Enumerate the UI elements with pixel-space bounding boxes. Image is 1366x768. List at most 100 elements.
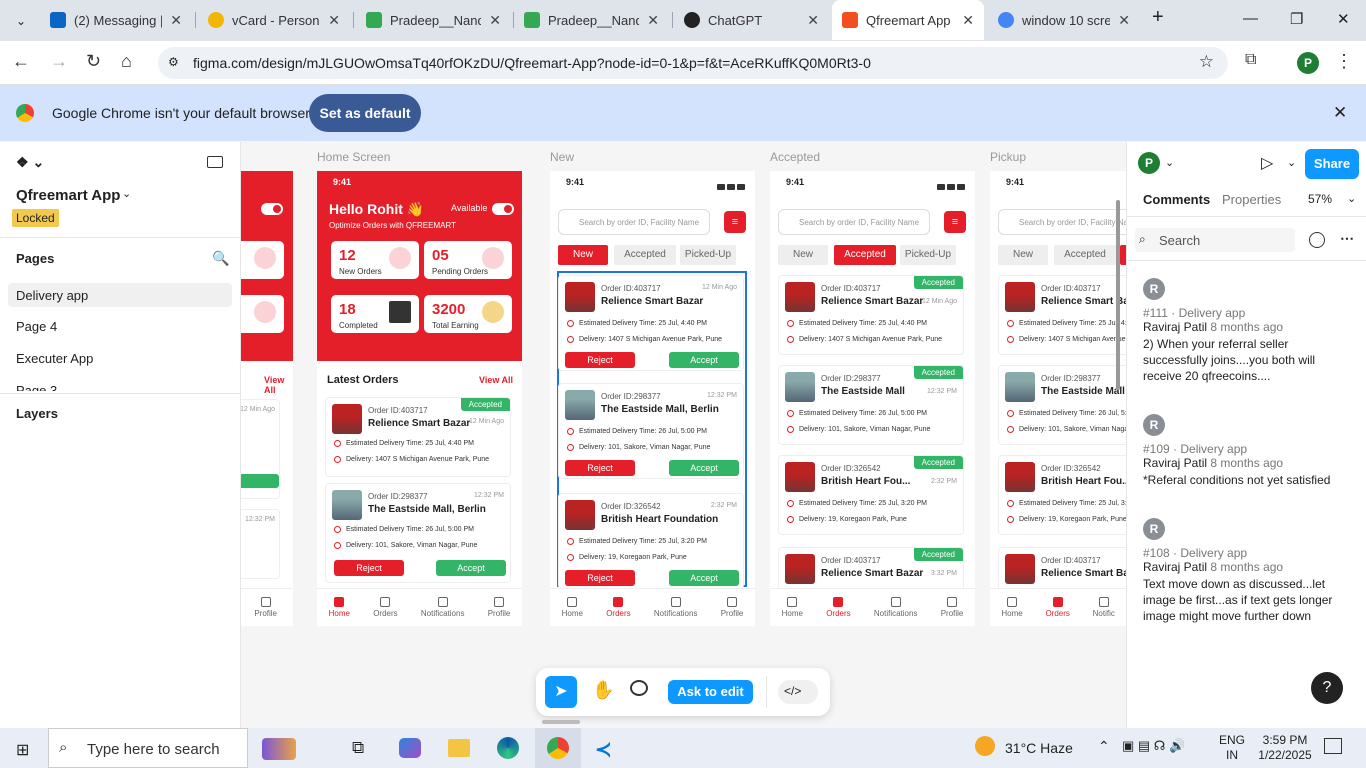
hand-tool-icon[interactable]: ✋ — [592, 680, 614, 701]
tab-comments[interactable]: Comments — [1143, 192, 1210, 207]
nav-orders[interactable]: Orders — [826, 597, 851, 626]
zoom-level[interactable]: 57% — [1308, 192, 1332, 206]
task-view-icon[interactable]: ⧉ — [352, 738, 364, 758]
chrome-menu-icon[interactable]: ⋮ — [1335, 51, 1353, 72]
page-item[interactable]: Page 4 — [16, 319, 57, 334]
reject-button[interactable]: Reject — [565, 352, 635, 368]
accept-button[interactable]: Accept — [436, 560, 506, 576]
filter-picked-up[interactable]: Picked-Up — [900, 245, 956, 265]
order-search-input[interactable]: Search by order ID, Facility Name — [998, 209, 1126, 235]
comment-item[interactable]: R #109 · Delivery app Raviraj Patil 8 mo… — [1127, 404, 1366, 498]
comment-item[interactable]: R #111 · Delivery app Raviraj Patil 8 mo… — [1127, 268, 1366, 394]
chevron-down-icon[interactable]: ⌄ — [122, 187, 131, 200]
reload-icon[interactable]: ↻ — [86, 51, 101, 72]
language-indicator[interactable]: ENG IN — [1219, 733, 1245, 763]
browser-tab-7[interactable]: window 10 scree ✕ — [988, 0, 1140, 40]
availability-toggle[interactable] — [492, 203, 514, 215]
pickup-orders-phone[interactable]: 9:41 Search by order ID, Facility Name N… — [990, 171, 1126, 626]
clock[interactable]: 3:59 PM 1/22/2025 — [1255, 733, 1315, 763]
browser-tab-5[interactable]: ChatGPT ✕ — [674, 0, 829, 40]
browser-tab-1[interactable]: (2) Messaging | L ✕ — [40, 0, 192, 40]
nav-notifications[interactable]: Notifications — [1093, 597, 1115, 626]
set-default-button[interactable]: Set as default — [309, 94, 421, 132]
url-text[interactable]: figma.com/design/mJLGUOwOmsaTq40rfOKzDU/… — [193, 55, 871, 71]
order-card[interactable]: Order ID:403717 Relience Smart Bazar 12 Mi… — [558, 275, 744, 371]
filter-new[interactable]: New — [558, 245, 608, 265]
search-pages-icon[interactable]: 🔍 — [212, 250, 229, 267]
extensions-icon[interactable]: ⧉ — [1245, 51, 1256, 69]
nav-home[interactable]: Home — [562, 597, 583, 626]
profile-avatar[interactable]: P — [1297, 52, 1319, 74]
page-item[interactable]: Page 3 — [16, 383, 57, 391]
dev-mode-toggle-icon[interactable]: </> — [778, 680, 818, 704]
order-card[interactable]: Accepted Order ID:326542 British Heart Fo… — [778, 455, 964, 535]
nav-profile[interactable]: Profile — [721, 597, 743, 626]
order-card[interactable]: Order ID:298377 The Eastside Mall, Berlin… — [558, 383, 744, 479]
nav-notifications[interactable]: Notifications — [654, 597, 697, 626]
tray-chevron-icon[interactable]: ⌃ — [1098, 738, 1110, 755]
figma-menu-icon[interactable]: ❖ ⌄ — [16, 154, 44, 171]
order-card[interactable]: Order ID:298377 The Eastside Mall, Berli… — [325, 483, 511, 583]
close-tab-icon[interactable]: ✕ — [1118, 12, 1130, 29]
vscode-icon[interactable]: ≺ — [595, 737, 612, 762]
close-tab-icon[interactable]: ✕ — [647, 12, 659, 29]
filter-icon[interactable]: ≡ — [724, 211, 746, 233]
comment-search-input[interactable]: ⌕ Search — [1135, 228, 1295, 252]
taskbar-search[interactable]: ⌕ Type here to search — [48, 728, 248, 768]
filter-new[interactable]: New — [778, 245, 828, 265]
comment-item[interactable]: R #108 · Delivery app Raviraj Patil 8 mo… — [1127, 508, 1366, 634]
figma-canvas[interactable]: Home Screen New Accepted Pickup Orders V… — [241, 142, 1126, 728]
page-item[interactable]: Executer App — [16, 351, 93, 366]
canvas-hscroll[interactable] — [542, 720, 580, 724]
accepted-orders-phone[interactable]: 9:41 Search by order ID, Facility Name ≡… — [770, 171, 975, 626]
filter-accepted[interactable]: Accepted — [834, 245, 896, 265]
notification-center-icon[interactable] — [1324, 738, 1342, 754]
copilot-icon[interactable] — [399, 738, 421, 758]
browser-tab-2[interactable]: vCard - Personal ✕ — [198, 0, 350, 40]
ask-to-edit-button[interactable]: Ask to edit — [668, 680, 753, 704]
chevron-down-icon[interactable]: ⌄ — [1287, 156, 1296, 169]
comment-tool-icon[interactable] — [630, 680, 648, 696]
nav-orders[interactable]: Orders — [606, 597, 631, 626]
minimize-icon[interactable]: — — [1243, 10, 1258, 27]
frame-label-pickup[interactable]: Pickup — [990, 150, 1026, 164]
chrome-taskbar-item[interactable] — [535, 728, 581, 768]
order-card[interactable]: Accepted Order ID:298377 The Eastside Mal… — [778, 365, 964, 445]
widgets-icon[interactable] — [262, 738, 296, 760]
close-tab-icon[interactable]: ✕ — [962, 12, 974, 29]
close-tab-icon[interactable]: ✕ — [489, 12, 501, 29]
close-infobar-icon[interactable]: ✕ — [1333, 103, 1347, 123]
accept-button[interactable]: Accept — [669, 570, 739, 586]
nav-notifications[interactable]: Notifications — [874, 597, 917, 626]
nav-home[interactable]: Home — [782, 597, 803, 626]
more-options-icon[interactable]: ⋯ — [1340, 230, 1354, 247]
frame-label-new[interactable]: New — [550, 150, 574, 164]
close-tab-icon[interactable]: ✕ — [170, 12, 182, 29]
canvas-scrollbar[interactable] — [1116, 200, 1120, 390]
frame-label-accepted[interactable]: Accepted — [770, 150, 820, 164]
back-icon[interactable]: ← — [12, 51, 30, 72]
file-explorer-icon[interactable] — [448, 739, 470, 757]
new-tab-icon[interactable]: + — [1152, 6, 1164, 29]
view-all-link[interactable]: View All — [264, 375, 293, 395]
close-tab-icon[interactable]: ✕ — [807, 12, 819, 29]
share-button[interactable]: Share — [1305, 149, 1359, 179]
order-search-input[interactable]: Search by order ID, Facility Name — [778, 209, 930, 235]
partial-phone-frame[interactable]: Orders View All 12 Min Ago 12:32 PM Prof… — [241, 171, 293, 626]
filter-picked-up[interactable]: Picked-Up — [680, 245, 736, 265]
home-icon[interactable]: ⌂ — [121, 51, 132, 72]
nav-profile[interactable]: Profile — [488, 597, 510, 626]
tab-properties[interactable]: Properties — [1222, 192, 1281, 207]
user-avatar[interactable]: P — [1138, 152, 1160, 174]
url-bar[interactable]: ⚙ figma.com/design/mJLGUOwOmsaTq40rfOKzD… — [158, 47, 1228, 79]
windows-start-icon[interactable]: ⊞ — [16, 740, 29, 760]
order-card[interactable]: Order ID:326542 British Heart Foundation 2… — [558, 493, 744, 589]
site-info-icon[interactable]: ⚙ — [168, 55, 179, 69]
chevron-down-icon[interactable]: ⌄ — [1165, 156, 1174, 169]
frame-label-home[interactable]: Home Screen — [317, 150, 390, 164]
present-play-icon[interactable]: ▷ — [1261, 153, 1273, 173]
reject-button[interactable]: Reject — [565, 460, 635, 476]
move-tool-icon[interactable]: ➤ — [545, 676, 577, 708]
browser-tab-4[interactable]: Pradeep__Nanda ✕ — [514, 0, 669, 40]
help-button[interactable]: ? — [1311, 672, 1343, 704]
